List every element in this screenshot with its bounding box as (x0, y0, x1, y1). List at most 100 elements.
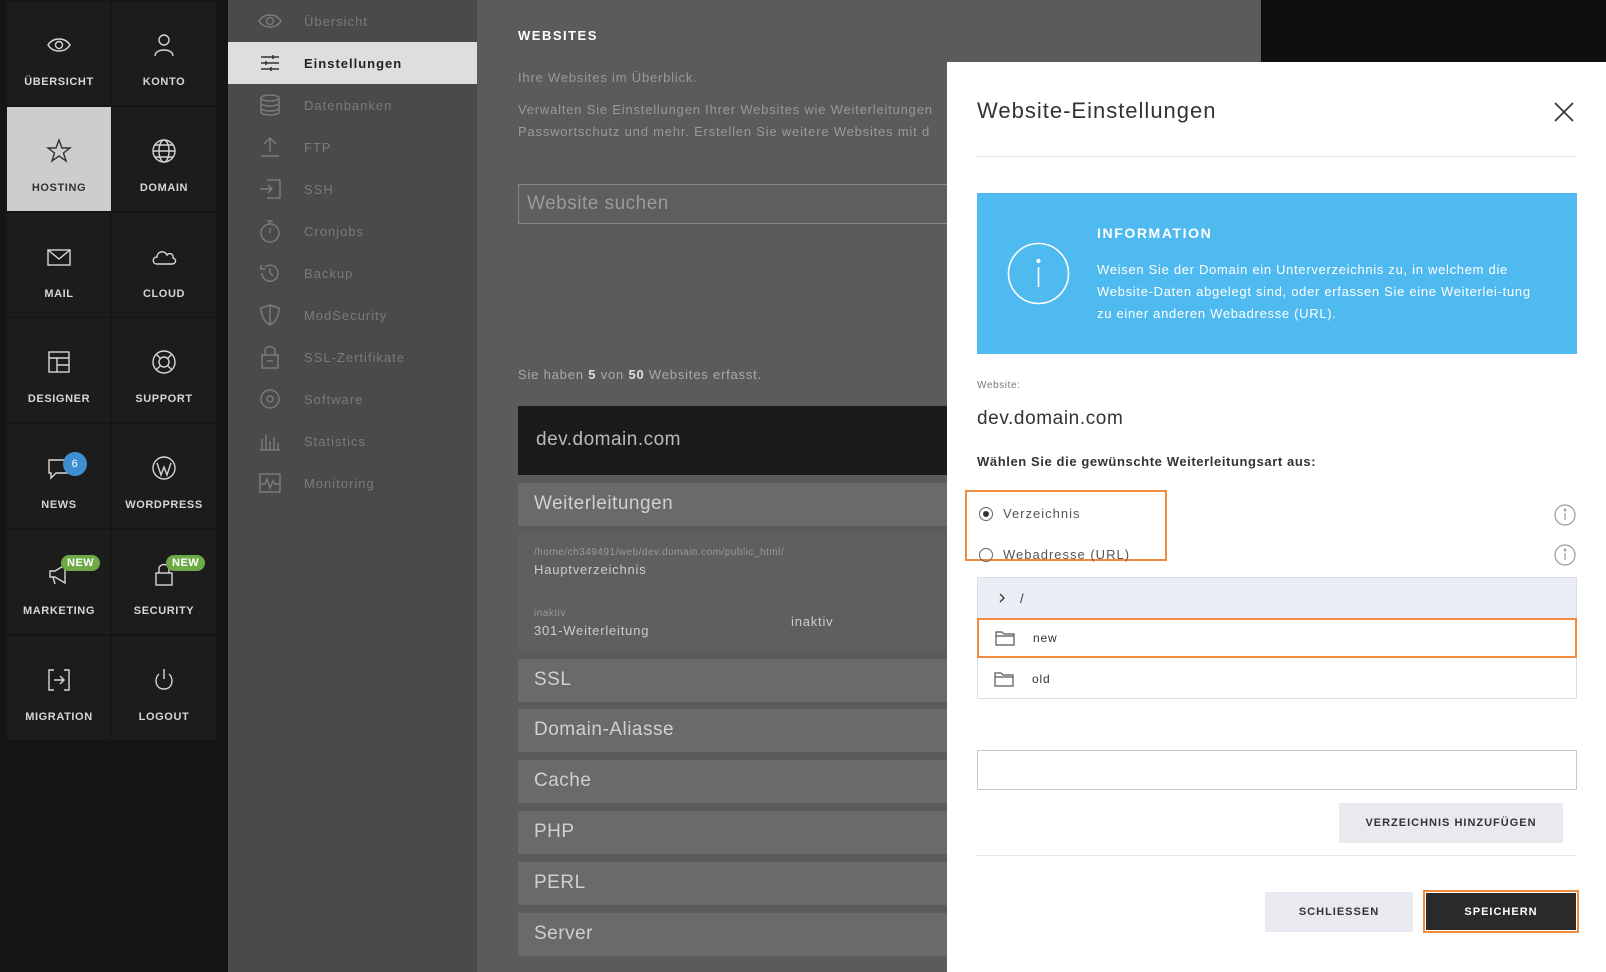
website-settings-modal: Website-Einstellungen INFORMATION Weisen… (947, 62, 1606, 972)
subnav-item-ftp[interactable]: FTP (228, 126, 477, 168)
save-button[interactable]: SPEICHERN (1426, 893, 1576, 930)
close-icon[interactable] (1552, 100, 1576, 124)
new-directory-input[interactable] (977, 750, 1577, 790)
counter-suffix: Websites erfasst. (648, 367, 762, 382)
hosting-sub-navigation: Übersicht Einstellungen Datenbanken FTP … (228, 0, 477, 972)
new-badge: NEW (61, 555, 101, 571)
envelope-icon (7, 243, 111, 271)
migration-icon (7, 666, 111, 694)
subnav-label: Einstellungen (304, 55, 403, 71)
tile-security[interactable]: NEW SECURITY (112, 530, 216, 634)
database-icon (256, 93, 284, 117)
section-ssl[interactable]: SSL (518, 659, 978, 702)
tile-designer[interactable]: DESIGNER (7, 318, 111, 422)
section-weiterleitungen[interactable]: Weiterleitungen (518, 483, 978, 526)
tile-uebersicht[interactable]: ÜBERSICHT (7, 1, 111, 105)
tile-label: MARKETING (22, 605, 95, 617)
tile-migration[interactable]: MIGRATION (7, 636, 111, 740)
subnav-item-statistics[interactable]: Statistics (228, 420, 477, 462)
tile-mail[interactable]: MAIL (7, 213, 111, 317)
radio-label: Verzeichnis (1003, 506, 1081, 521)
subnav-label: Monitoring (304, 475, 375, 491)
subnav-label: ModSecurity (304, 307, 388, 323)
tile-konto[interactable]: KONTO (112, 1, 216, 105)
globe-icon (112, 137, 216, 165)
subnav-item-ssl-zertifikate[interactable]: SSL-Zertifikate (228, 336, 477, 378)
info-title: INFORMATION (1097, 225, 1213, 241)
tile-label: SUPPORT (135, 393, 193, 405)
redirect-row-301: inaktiv 301-Weiterleitung inaktiv (518, 593, 978, 653)
tile-news[interactable]: 6 NEWS (7, 424, 111, 528)
subnav-item-datenbanken[interactable]: Datenbanken (228, 84, 477, 126)
close-button[interactable]: SCHLIESSEN (1265, 892, 1413, 932)
subnav-item-ssh[interactable]: SSH (228, 168, 477, 210)
tile-label: SECURITY (133, 605, 195, 617)
subnav-item-monitoring[interactable]: Monitoring (228, 462, 477, 504)
info-text: Weisen Sie der Domain ein Unterverzeichn… (1097, 262, 1531, 321)
subnav-label: Backup (304, 265, 354, 281)
section-php[interactable]: PHP (518, 811, 978, 854)
subnav-label: SSH (304, 181, 334, 197)
tile-label: LOGOUT (138, 711, 190, 723)
add-directory-button[interactable]: VERZEICHNIS HINZUFÜGEN (1339, 803, 1563, 843)
folder-icon (995, 630, 1015, 646)
modal-divider (977, 156, 1576, 157)
folder-icon (994, 671, 1014, 687)
counter-count: 5 (588, 367, 597, 382)
star-icon (7, 137, 111, 165)
subnav-label: Statistics (304, 433, 367, 449)
redirect-type-question: Wählen Sie die gewünschte Weiterleitungs… (977, 454, 1317, 469)
description-line-1: Verwalten Sie Einstellungen Ihrer Websit… (518, 102, 933, 117)
section-server[interactable]: Server (518, 913, 978, 956)
radio-webadresse[interactable]: Webadresse (URL) (979, 547, 1130, 562)
website-header[interactable]: dev.domain.com (518, 406, 978, 475)
tile-marketing[interactable]: NEW MARKETING (7, 530, 111, 634)
subnav-item-backup[interactable]: Backup (228, 252, 477, 294)
website-label: Website: (977, 380, 1021, 391)
tree-folder-old[interactable]: old (978, 659, 1576, 699)
eye-icon (256, 9, 284, 33)
upload-icon (256, 135, 284, 159)
tile-support[interactable]: SUPPORT (112, 318, 216, 422)
subnav-label: Software (304, 391, 364, 407)
tile-wordpress[interactable]: WORDPRESS (112, 424, 216, 528)
tile-domain[interactable]: DOMAIN (112, 107, 216, 211)
stopwatch-icon (256, 219, 284, 243)
news-count-badge: 6 (63, 452, 87, 476)
page-title: WEBSITES (518, 28, 598, 43)
intro-text: Ihre Websites im Überblick. (518, 70, 698, 85)
subnav-item-einstellungen[interactable]: Einstellungen (228, 42, 477, 84)
info-circle-icon[interactable] (1554, 504, 1576, 526)
subnav-item-modsecurity[interactable]: ModSecurity (228, 294, 477, 336)
subnav-label: FTP (304, 139, 332, 155)
redirect-301-label: 301-Weiterleitung (534, 623, 650, 638)
eye-icon (7, 31, 111, 59)
tile-label: MAIL (44, 288, 74, 300)
tree-root-row[interactable]: / (978, 578, 1576, 618)
wordpress-icon (112, 454, 216, 482)
radio-button[interactable] (979, 547, 993, 562)
section-perl[interactable]: PERL (518, 862, 978, 905)
tree-folder-new[interactable]: new (977, 618, 1577, 658)
tile-hosting[interactable]: HOSTING (7, 107, 111, 211)
disc-icon (256, 387, 284, 411)
tile-logout[interactable]: LOGOUT (112, 636, 216, 740)
radio-verzeichnis[interactable]: Verzeichnis (979, 506, 1080, 521)
subnav-item-uebersicht[interactable]: Übersicht (228, 0, 477, 42)
subnav-item-cronjobs[interactable]: Cronjobs (228, 210, 477, 252)
tile-label: HOSTING (31, 182, 87, 194)
info-circle-icon[interactable] (1554, 544, 1576, 566)
website-search-input[interactable]: Website suchen (518, 184, 978, 224)
section-domain-aliasse[interactable]: Domain-Aliasse (518, 709, 978, 752)
subnav-item-software[interactable]: Software (228, 378, 477, 420)
modal-footer-divider (977, 855, 1576, 856)
radio-button-selected[interactable] (979, 506, 993, 521)
tile-label: ÜBERSICHT (24, 76, 94, 88)
certificate-lock-icon (256, 345, 284, 369)
section-cache[interactable]: Cache (518, 760, 978, 803)
tile-label: CLOUD (142, 288, 186, 300)
folder-label: new (1033, 631, 1058, 645)
speech-bubble-icon (7, 454, 111, 482)
information-box: INFORMATION Weisen Sie der Domain ein Un… (977, 193, 1577, 354)
tile-cloud[interactable]: CLOUD (112, 213, 216, 317)
